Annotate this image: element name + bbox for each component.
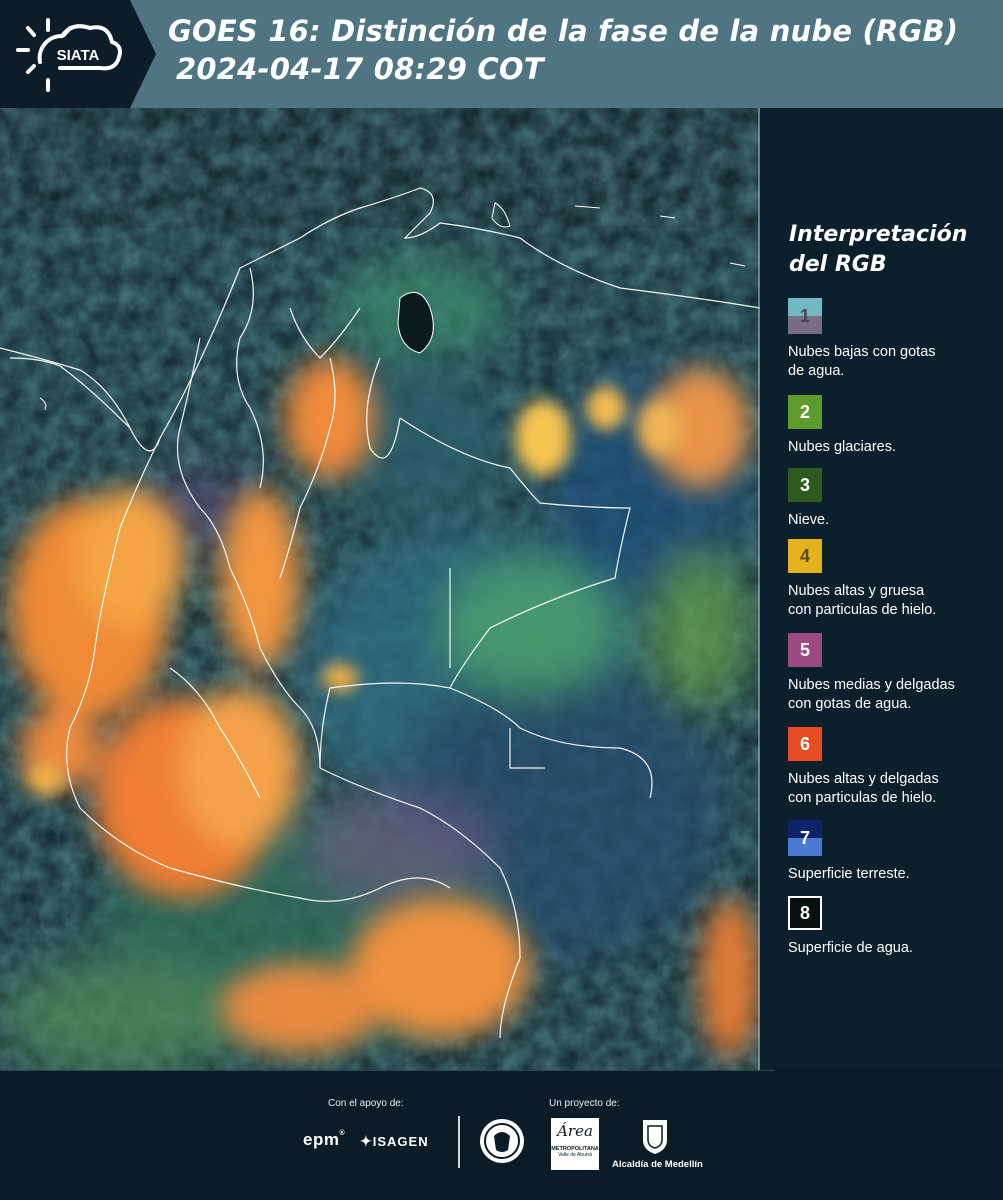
legend-number-1: 1 <box>799 305 810 326</box>
isagen-logo-text: ISAGEN <box>372 1134 429 1149</box>
epm-logo: epm® <box>303 1130 345 1150</box>
legend-label-1: Nubes bajas con gotas de agua. <box>788 343 1003 381</box>
legend-label-8-line-1: Superficie de agua. <box>788 940 913 956</box>
legend-panel: Interpretación del RGB 1 Nubes bajas con… <box>760 108 1003 1070</box>
legend-label-3: Nieve. <box>788 511 1003 530</box>
area-metropolitana-logo: Área METROPOLITANA Valle de Aburrá <box>551 1118 599 1170</box>
legend-label-8: Superficie de agua. <box>788 939 1003 958</box>
project-label: Un proyecto de: <box>549 1098 620 1109</box>
footer-separator <box>458 1116 460 1168</box>
header-bar: SIATA GOES 16: Distinción de la fase de … <box>0 0 1003 108</box>
legend-number-7: 7 <box>799 827 810 848</box>
legend-label-2: Nubes glaciares. <box>788 438 1003 457</box>
legend-title-line-1: Interpretación <box>789 222 968 247</box>
legend-item-2: 2 Nubes glaciares. <box>788 395 1003 457</box>
legend-title: Interpretación del RGB <box>789 220 989 280</box>
legend-item-5: 5 Nubes medias y delgadas con gotas de a… <box>788 633 1003 714</box>
logo-arrow-decoration <box>130 0 156 108</box>
alcaldia-label: Alcaldía de Medellín <box>612 1159 703 1170</box>
page-title: GOES 16: Distinción de la fase de la nub… <box>168 12 988 88</box>
legend-item-4: 4 Nubes altas y gruesa con particulas de… <box>788 539 1003 620</box>
seal-logo <box>478 1114 526 1168</box>
footer-divider <box>0 1070 775 1071</box>
legend-item-1: 1 Nubes bajas con gotas de agua. <box>788 298 1003 381</box>
legend-label-2-line-1: Nubes glaciares. <box>788 439 896 455</box>
seal-icon <box>480 1119 524 1163</box>
legend-label-1-line-2: de agua. <box>788 363 845 379</box>
legend-swatch-4: 4 <box>788 539 822 573</box>
legend-label-5-line-1: Nubes medias y delgadas <box>788 677 955 693</box>
satellite-rgb-map <box>0 108 760 1070</box>
legend-swatch-7: 7 <box>788 820 822 856</box>
legend-item-8: 8 Superficie de agua. <box>788 896 1003 958</box>
support-label: Con el apoyo de: <box>328 1098 404 1109</box>
registered-mark-icon: ® <box>339 1130 346 1137</box>
legend-swatch-3: 3 <box>788 468 822 502</box>
legend-label-5: Nubes medias y delgadas con gotas de agu… <box>788 676 1003 714</box>
siata-logo: SIATA <box>0 0 130 108</box>
legend-label-4-line-1: Nubes altas y gruesa <box>788 583 925 599</box>
legend-label-4: Nubes altas y gruesa con particulas de h… <box>788 582 1003 620</box>
legend-swatch-6: 6 <box>788 727 822 761</box>
legend-label-6-line-1: Nubes altas y delgadas <box>788 771 939 787</box>
legend-item-3: 3 Nieve. <box>788 468 1003 530</box>
isagen-star-icon: ✦ <box>360 1133 373 1149</box>
legend-item-7: 7 Superficie terreste. <box>788 820 1003 884</box>
sun-cloud-icon: SIATA <box>16 18 122 92</box>
legend-label-4-line-2: con particulas de hielo. <box>788 602 937 618</box>
legend-label-6: Nubes altas y delgadas con particulas de… <box>788 770 1003 808</box>
satellite-image <box>0 108 760 1070</box>
legend-label-5-line-2: con gotas de agua. <box>788 696 912 712</box>
legend-swatch-2: 2 <box>788 395 822 429</box>
legend-label-6-line-2: con particulas de hielo. <box>788 790 937 806</box>
legend-label-3-line-1: Nieve. <box>788 512 830 528</box>
legend-title-line-2: del RGB <box>789 252 887 277</box>
area-logo-title: Área <box>557 1122 593 1140</box>
area-logo-sub2: Valle de Aburrá <box>558 1152 592 1158</box>
legend-label-1-line-1: Nubes bajas con gotas <box>788 344 936 360</box>
footer: Con el apoyo de: Un proyecto de: epm® ✦I… <box>0 1070 1003 1200</box>
legend-swatch-5: 5 <box>788 633 822 667</box>
svg-text:SIATA: SIATA <box>57 47 100 64</box>
shield-icon <box>643 1120 667 1154</box>
legend-item-6: 6 Nubes altas y delgadas con particulas … <box>788 727 1003 808</box>
isagen-logo: ✦ISAGEN <box>360 1133 429 1150</box>
title-line-1: GOES 16: Distinción de la fase de la nub… <box>168 14 959 48</box>
epm-logo-text: epm <box>303 1130 340 1149</box>
title-timestamp: 2024-04-17 08:29 COT <box>176 52 544 86</box>
legend-label-7: Superficie terreste. <box>788 865 1003 884</box>
legend-swatch-1: 1 <box>788 298 822 334</box>
alcaldia-shield <box>640 1116 670 1156</box>
legend-swatch-8: 8 <box>788 896 822 930</box>
legend-label-7-line-1: Superficie terreste. <box>788 866 910 882</box>
